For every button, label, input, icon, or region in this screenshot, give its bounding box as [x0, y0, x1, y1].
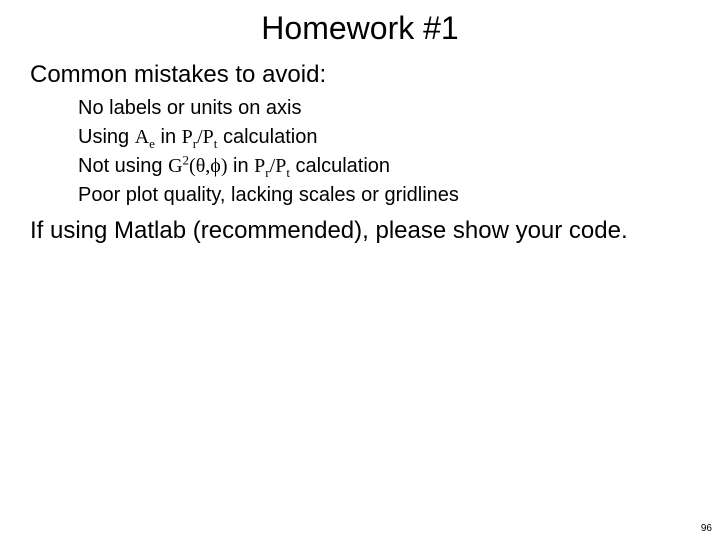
symbol-P: P	[254, 155, 265, 177]
text: Using	[78, 126, 135, 148]
text: Not using	[78, 155, 168, 177]
symbol-theta: θ	[196, 155, 206, 177]
page-number: 96	[701, 523, 712, 534]
symbol-P: P	[182, 126, 193, 148]
slide-title: Homework #1	[0, 0, 720, 47]
symbol-P: P	[203, 126, 214, 148]
text: in	[155, 126, 182, 148]
text: calculation	[217, 126, 317, 148]
symbol-P: P	[275, 155, 286, 177]
text: in	[227, 155, 254, 177]
list-item: Poor plot quality, lacking scales or gri…	[78, 182, 690, 209]
list-item: Not using G2(θ,ϕ) in Pr/Pt calculation	[78, 153, 690, 180]
symbol-phi: ϕ	[210, 155, 221, 177]
symbol-A: A	[135, 126, 149, 148]
closing-text: If using Matlab (recommended), please sh…	[30, 217, 690, 245]
paren-open: (	[189, 155, 196, 177]
slide-body: Common mistakes to avoid: No labels or u…	[0, 47, 720, 245]
subhead-mistakes: Common mistakes to avoid:	[30, 61, 690, 89]
symbol-G: G	[168, 155, 182, 177]
text: calculation	[290, 155, 390, 177]
slide: Homework #1 Common mistakes to avoid: No…	[0, 0, 720, 540]
mistake-list: No labels or units on axis Using Ae in P…	[30, 95, 690, 209]
list-item: No labels or units on axis	[78, 95, 690, 122]
list-item: Using Ae in Pr/Pt calculation	[78, 124, 690, 151]
